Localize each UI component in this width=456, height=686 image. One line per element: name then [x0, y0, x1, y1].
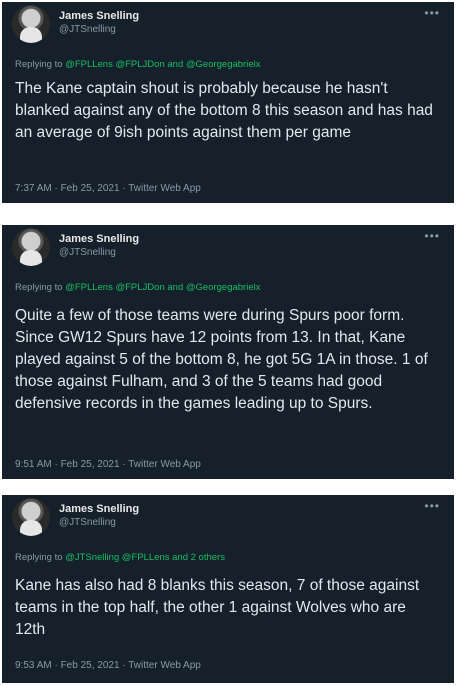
author-name[interactable]: James Snelling	[59, 233, 139, 245]
reply-mentions[interactable]: @JTSnelling @FPLLens	[65, 552, 169, 563]
author-handle[interactable]: @JTSnelling	[59, 517, 116, 528]
tweet-card[interactable]: James Snelling @JTSnelling ••• Replying …	[2, 495, 454, 683]
author-handle[interactable]: @JTSnelling	[59, 247, 116, 258]
tweet-timestamp[interactable]: 9:53 AM · Feb 25, 2021 · Twitter Web App	[15, 660, 201, 671]
reply-context: Replying to @FPLLens @FPLJDon and @Georg…	[15, 282, 260, 293]
more-options-icon[interactable]: •••	[424, 229, 440, 243]
reply-prefix: Replying to	[15, 282, 63, 293]
avatar[interactable]	[12, 228, 50, 266]
tweet-card[interactable]: James Snelling @JTSnelling ••• Replying …	[2, 225, 454, 479]
author-name[interactable]: James Snelling	[59, 503, 139, 515]
tweet-timestamp[interactable]: 7:37 AM · Feb 25, 2021 · Twitter Web App	[15, 183, 201, 194]
reply-mentions[interactable]: @FPLLens @FPLJDon	[65, 59, 165, 70]
reply-mentions[interactable]: @FPLLens @FPLJDon	[65, 282, 165, 293]
reply-and: and	[167, 59, 184, 70]
reply-and: and	[167, 282, 184, 293]
reply-prefix: Replying to	[15, 59, 63, 70]
reply-last-mention[interactable]: @Georgegabrielx	[186, 59, 261, 70]
reply-last-mention[interactable]: 2 others	[191, 552, 225, 563]
avatar[interactable]	[12, 5, 50, 43]
avatar[interactable]	[12, 498, 50, 536]
reply-prefix: Replying to	[15, 552, 63, 563]
reply-context: Replying to @JTSnelling @FPLLens and 2 o…	[15, 552, 225, 563]
author-handle[interactable]: @JTSnelling	[59, 24, 116, 35]
reply-context: Replying to @FPLLens @FPLJDon and @Georg…	[15, 59, 260, 70]
tweet-text: Quite a few of those teams were during S…	[15, 307, 428, 412]
tweet-card[interactable]: James Snelling @JTSnelling ••• Replying …	[2, 2, 454, 203]
reply-last-mention[interactable]: @Georgegabrielx	[186, 282, 261, 293]
author-name[interactable]: James Snelling	[59, 10, 139, 22]
tweet-text: The Kane captain shout is probably becau…	[15, 80, 433, 141]
more-options-icon[interactable]: •••	[424, 6, 440, 20]
tweet-timestamp[interactable]: 9:51 AM · Feb 25, 2021 · Twitter Web App	[15, 459, 201, 470]
more-options-icon[interactable]: •••	[424, 499, 440, 513]
tweet-text: Kane has also had 8 blanks this season, …	[15, 577, 420, 638]
reply-and: and	[172, 552, 188, 563]
